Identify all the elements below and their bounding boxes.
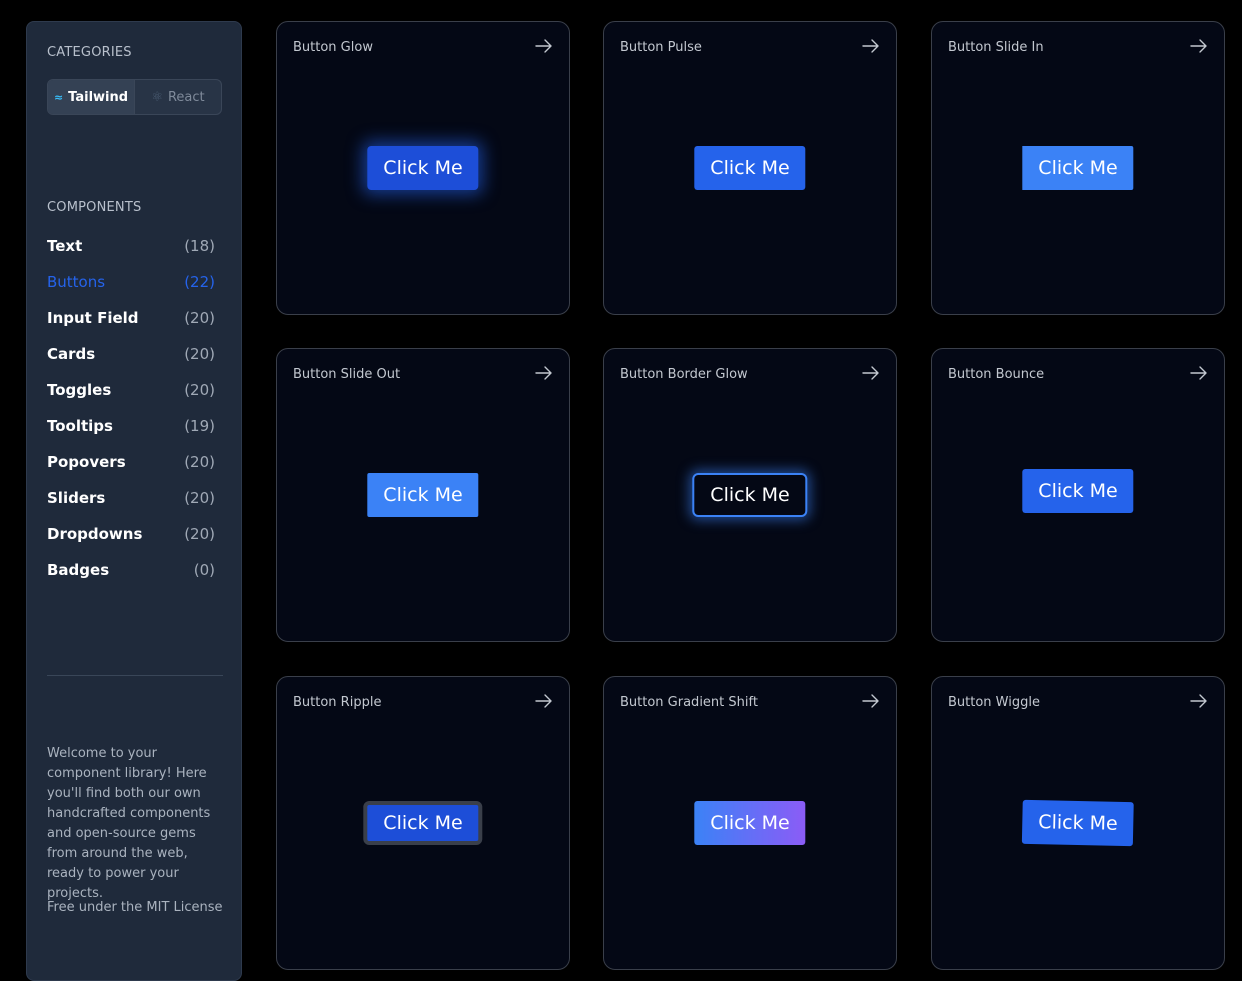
component-card-button-gradient-shift[interactable]: Button Gradient Shift Click Me xyxy=(603,676,897,970)
card-title: Button Bounce xyxy=(948,367,1045,382)
sidebar-item-toggles[interactable]: Toggles (20) xyxy=(47,372,215,408)
categories-title: CATEGORIES xyxy=(47,45,132,60)
sidebar-divider xyxy=(47,675,223,676)
arrow-right-icon[interactable] xyxy=(862,366,880,380)
tab-react[interactable]: ⚛ React xyxy=(135,80,221,114)
framework-toggle: ≈ Tailwind ⚛ React xyxy=(47,79,222,115)
sidebar-item-count: (20) xyxy=(184,453,215,471)
components-nav: Text (18) Buttons (22) Input Field (20) … xyxy=(47,228,215,588)
sidebar-item-text[interactable]: Text (18) xyxy=(47,228,215,264)
react-icon: ⚛ xyxy=(151,89,163,105)
sidebar-item-label: Toggles xyxy=(47,381,112,399)
demo-button[interactable]: Click Me xyxy=(367,473,479,517)
sidebar-item-count: (19) xyxy=(184,417,215,435)
sidebar-item-label: Buttons xyxy=(47,273,106,291)
component-card-button-slide-in[interactable]: Button Slide In Click Me xyxy=(931,21,1225,315)
card-title: Button Wiggle xyxy=(948,695,1040,710)
arrow-right-icon[interactable] xyxy=(1190,366,1208,380)
demo-button[interactable]: Click Me xyxy=(1022,469,1134,513)
component-card-button-wiggle[interactable]: Button Wiggle Click Me xyxy=(931,676,1225,970)
tailwind-icon: ≈ xyxy=(53,90,64,104)
arrow-right-icon[interactable] xyxy=(862,694,880,708)
about-text: Welcome to your component library! Here … xyxy=(47,746,211,901)
demo-button[interactable]: Click Me xyxy=(692,473,808,517)
tab-react-label: React xyxy=(167,89,205,105)
arrow-right-icon[interactable] xyxy=(862,39,880,53)
demo-button[interactable]: Click Me xyxy=(694,801,806,845)
sidebar-item-popovers[interactable]: Popovers (20) xyxy=(47,444,215,480)
card-title: Button Glow xyxy=(293,40,373,55)
demo-button[interactable]: Click Me xyxy=(1022,146,1134,190)
card-title: Button Border Glow xyxy=(620,367,748,382)
card-title: Button Pulse xyxy=(620,40,702,55)
demo-button[interactable]: Click Me xyxy=(367,146,479,190)
sidebar-item-label: Cards xyxy=(47,345,96,363)
components-title: COMPONENTS xyxy=(47,200,142,215)
sidebar: CATEGORIES ≈ Tailwind ⚛ React COMPONENTS… xyxy=(26,21,242,981)
sidebar-item-buttons[interactable]: Buttons (22) xyxy=(47,264,215,300)
sidebar-item-label: Input Field xyxy=(47,309,139,327)
card-title: Button Gradient Shift xyxy=(620,695,758,710)
arrow-right-icon[interactable] xyxy=(535,39,553,53)
card-title: Button Slide Out xyxy=(293,367,401,382)
tab-tailwind[interactable]: ≈ Tailwind xyxy=(48,80,135,114)
sidebar-item-label: Dropdowns xyxy=(47,525,143,543)
arrow-right-icon[interactable] xyxy=(1190,39,1208,53)
sidebar-item-count: (0) xyxy=(193,561,215,579)
demo-button[interactable]: Click Me xyxy=(694,146,806,190)
component-card-button-ripple[interactable]: Button Ripple Click Me xyxy=(276,676,570,970)
demo-button[interactable]: Click Me xyxy=(363,801,483,845)
demo-button[interactable]: Click Me xyxy=(1021,799,1135,847)
sidebar-item-label: Text xyxy=(47,237,83,255)
component-card-button-glow[interactable]: Button Glow Click Me xyxy=(276,21,570,315)
sidebar-item-count: (20) xyxy=(184,489,215,507)
arrow-right-icon[interactable] xyxy=(535,366,553,380)
arrow-right-icon[interactable] xyxy=(535,694,553,708)
sidebar-item-badges[interactable]: Badges (0) xyxy=(47,552,215,588)
component-card-button-bounce[interactable]: Button Bounce Click Me xyxy=(931,348,1225,642)
license-text: Free under the MIT License xyxy=(47,900,223,915)
sidebar-item-dropdowns[interactable]: Dropdowns (20) xyxy=(47,516,215,552)
sidebar-item-count: (18) xyxy=(184,237,215,255)
card-title: Button Slide In xyxy=(948,40,1044,55)
sidebar-item-count: (20) xyxy=(184,381,215,399)
sidebar-item-sliders[interactable]: Sliders (20) xyxy=(47,480,215,516)
sidebar-item-count: (20) xyxy=(184,309,215,327)
card-title: Button Ripple xyxy=(293,695,382,710)
component-card-button-border-glow[interactable]: Button Border Glow Click Me xyxy=(603,348,897,642)
sidebar-item-label: Sliders xyxy=(47,489,106,507)
sidebar-item-cards[interactable]: Cards (20) xyxy=(47,336,215,372)
sidebar-item-label: Badges xyxy=(47,561,110,579)
sidebar-item-count: (20) xyxy=(184,345,215,363)
sidebar-item-count: (22) xyxy=(184,273,215,291)
component-card-button-pulse[interactable]: Button Pulse Click Me xyxy=(603,21,897,315)
sidebar-item-label: Popovers xyxy=(47,453,126,471)
tab-tailwind-label: Tailwind xyxy=(68,89,129,105)
sidebar-item-label: Tooltips xyxy=(47,417,113,435)
sidebar-item-input-field[interactable]: Input Field (20) xyxy=(47,300,215,336)
sidebar-item-count: (20) xyxy=(184,525,215,543)
sidebar-item-tooltips[interactable]: Tooltips (19) xyxy=(47,408,215,444)
arrow-right-icon[interactable] xyxy=(1190,694,1208,708)
component-card-button-slide-out[interactable]: Button Slide Out Click Me xyxy=(276,348,570,642)
